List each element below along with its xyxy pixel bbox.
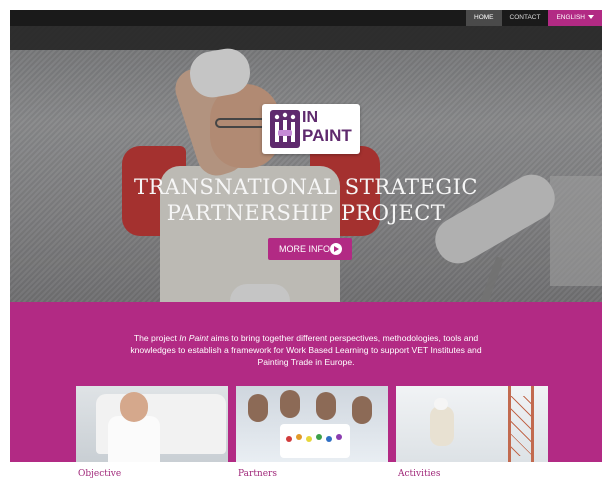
card-objective[interactable]: Objective [76,386,228,481]
intro-project-name: In Paint [179,333,209,343]
card-activities-image[interactable] [396,386,548,462]
main-nav: HOME CONTACT ENGLISH [466,10,602,26]
card-partners-title[interactable]: Partners [238,469,277,479]
climber-body [430,406,454,446]
intro-prefix: The project [133,333,180,343]
swatch-dot [336,434,342,440]
climber-helmet [434,398,448,410]
top-navigation-bar: HOME CONTACT ENGLISH [10,10,602,26]
color-swatch-card [280,424,350,458]
hero-title: TRANSNATIONAL STRATEGIC PARTNERSHIP PROJ… [10,174,602,226]
more-info-label: MORE INFO [279,244,330,254]
swatch-dot [306,436,312,442]
partner-person [316,392,336,420]
man-body [108,416,160,462]
hero-title-line-1: TRANSNATIONAL STRATEGIC [133,175,478,199]
logo-text-paint: PAINT [302,126,352,145]
more-info-button[interactable]: MORE INFO [268,238,352,260]
card-activities[interactable]: Activities [396,386,548,481]
man-head [120,392,148,422]
card-objective-title[interactable]: Objective [78,469,121,479]
page: HOME CONTACT ENGLISH IN PAINT TRANSNATIO… [10,10,602,481]
card-partners[interactable]: Partners [236,386,388,481]
tower-lattice [508,396,534,456]
card-partners-image[interactable] [236,386,388,462]
hero-banner: IN PAINT TRANSNATIONAL STRATEGIC PARTNER… [10,26,602,302]
partner-person [248,394,268,422]
swatch-dot [286,436,292,442]
arrow-right-circle-icon [330,243,342,255]
language-dropdown[interactable]: ENGLISH [548,10,602,26]
swatch-dot [326,436,332,442]
partner-person [352,396,372,424]
language-label: ENGLISH [556,14,585,21]
partner-person [280,390,300,418]
swatch-dot [316,434,322,440]
chevron-down-icon [588,15,594,20]
painter-figure-icon [270,110,300,148]
card-objective-image[interactable] [76,386,228,462]
hero-title-line-2: PARTNERSHIP PROJECT [166,201,446,225]
swatch-dot [296,434,302,440]
card-activities-title[interactable]: Activities [398,469,440,479]
logo-text-in: IN [302,109,318,126]
nav-home-link[interactable]: HOME [466,10,502,26]
intro-text: The project In Paint aims to bring toget… [120,332,492,368]
nav-contact-link[interactable]: CONTACT [502,10,549,26]
in-paint-logo[interactable]: IN PAINT [262,104,360,154]
hero-overlay [10,26,602,302]
